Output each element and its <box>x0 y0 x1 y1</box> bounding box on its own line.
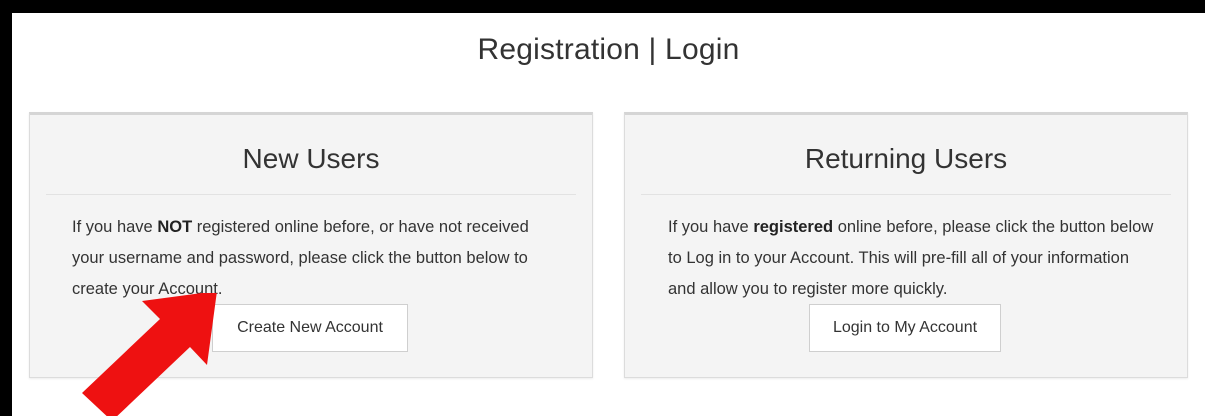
login-to-my-account-button[interactable]: Login to My Account <box>809 304 1001 352</box>
returning-users-heading: Returning Users <box>641 143 1171 195</box>
registration-login-page: Registration | Login New Users If you ha… <box>12 13 1205 416</box>
returning-users-text-bold: registered <box>753 218 834 236</box>
returning-users-panel: Returning Users If you have registered o… <box>624 112 1188 378</box>
new-users-text-before: If you have <box>72 218 158 236</box>
page-title: Registration | Login <box>477 33 740 66</box>
new-users-description: If you have NOT registered online before… <box>72 212 562 305</box>
red-arrow-shape <box>82 293 217 416</box>
red-arrow-icon <box>82 293 217 416</box>
returning-users-text-before: If you have <box>668 218 754 236</box>
new-users-heading: New Users <box>46 143 576 195</box>
new-users-text-bold: NOT <box>157 218 193 236</box>
returning-users-description: If you have registered online before, pl… <box>668 212 1157 305</box>
